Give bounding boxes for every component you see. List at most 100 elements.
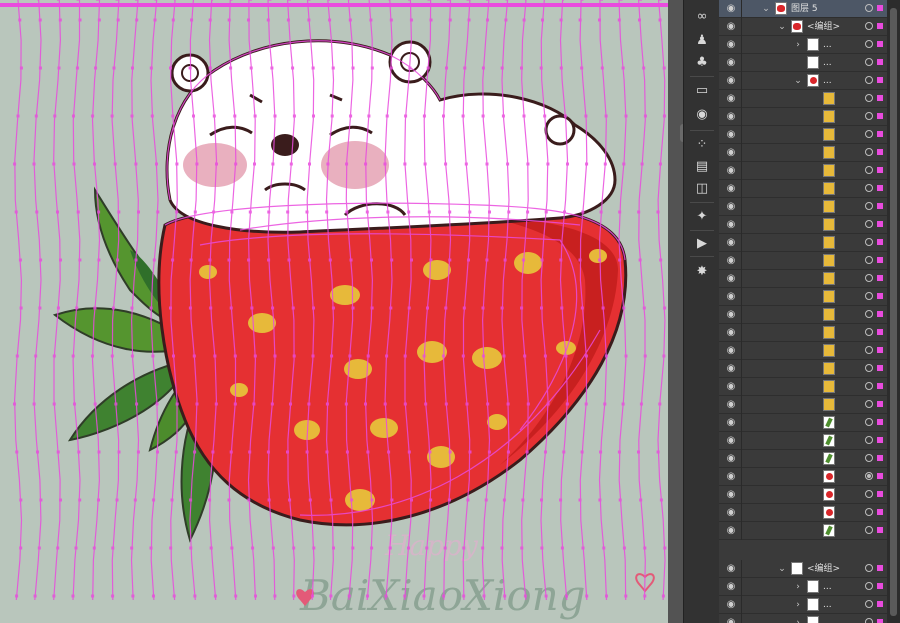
target-circle-icon[interactable] <box>865 382 873 390</box>
layer-row[interactable]: ◉ ⌄... <box>719 72 887 90</box>
layer-row[interactable]: ◉ <box>719 234 887 252</box>
lock-column[interactable] <box>741 108 742 126</box>
lock-column[interactable] <box>741 522 742 540</box>
lock-column[interactable] <box>741 18 742 36</box>
lock-column[interactable] <box>741 0 742 18</box>
visibility-eye-icon[interactable]: ◉ <box>724 435 738 446</box>
selection-indicator[interactable] <box>877 329 883 335</box>
target-circle-icon[interactable] <box>865 94 873 102</box>
selection-indicator[interactable] <box>877 149 883 155</box>
target-circle-icon[interactable] <box>865 256 873 264</box>
grid-icon[interactable]: ⁘ <box>690 134 714 156</box>
target-circle-icon[interactable] <box>865 328 873 336</box>
selection-indicator[interactable] <box>877 437 883 443</box>
selection-indicator[interactable] <box>877 275 883 281</box>
lock-column[interactable] <box>741 162 742 180</box>
selection-indicator[interactable] <box>877 565 883 571</box>
sun-icon[interactable]: ◉ <box>690 104 714 126</box>
layer-row[interactable]: ◉ <box>719 342 887 360</box>
lock-column[interactable] <box>741 614 742 623</box>
visibility-eye-icon[interactable]: ◉ <box>724 599 738 610</box>
target-circle-icon[interactable] <box>865 130 873 138</box>
layer-row[interactable]: ◉ <box>719 252 887 270</box>
chevron-down-icon[interactable]: ⌄ <box>777 561 787 577</box>
selection-indicator[interactable] <box>877 5 883 11</box>
selection-indicator[interactable] <box>877 131 883 137</box>
target-circle-icon[interactable] <box>865 112 873 120</box>
layer-row[interactable]: ◉ <box>719 324 887 342</box>
target-circle-icon[interactable] <box>865 310 873 318</box>
target-circle-icon[interactable] <box>865 400 873 408</box>
layer-row[interactable]: ◉ <box>719 360 887 378</box>
selection-indicator[interactable] <box>877 77 883 83</box>
visibility-eye-icon[interactable]: ◉ <box>724 183 738 194</box>
group-row[interactable]: ◉ ⌄ <编组> <box>719 560 887 578</box>
layer-row[interactable]: ◉ <box>719 522 887 540</box>
lock-column[interactable] <box>741 578 742 596</box>
layer-row[interactable]: ◉ <box>719 198 887 216</box>
layer-row[interactable]: ◉ <box>719 162 887 180</box>
chevron-down-icon[interactable]: ⌄ <box>777 19 787 35</box>
selection-indicator[interactable] <box>877 95 883 101</box>
layer-row[interactable]: ◉ <box>719 378 887 396</box>
selection-indicator[interactable] <box>877 583 883 589</box>
group-row[interactable]: ◉ ⌄ <编组> <box>719 18 887 36</box>
layer-row[interactable]: ◉ <box>719 216 887 234</box>
lock-column[interactable] <box>741 198 742 216</box>
visibility-eye-icon[interactable]: ◉ <box>724 3 738 14</box>
target-circle-icon[interactable] <box>865 364 873 372</box>
target-circle-icon[interactable] <box>865 274 873 282</box>
chevron-right-icon[interactable]: › <box>793 37 803 53</box>
layers-scrollbar[interactable] <box>887 0 900 623</box>
target-circle-icon[interactable] <box>865 58 873 66</box>
selection-indicator[interactable] <box>877 41 883 47</box>
selection-indicator[interactable] <box>877 491 883 497</box>
layer-row-top[interactable]: ◉ ⌄ 图层 5 <box>719 0 887 18</box>
visibility-eye-icon[interactable]: ◉ <box>724 327 738 338</box>
visibility-eye-icon[interactable]: ◉ <box>724 309 738 320</box>
target-circle-icon[interactable] <box>865 76 873 84</box>
visibility-eye-icon[interactable]: ◉ <box>724 273 738 284</box>
selection-indicator[interactable] <box>877 401 883 407</box>
layer-row[interactable]: ◉ ›... <box>719 596 887 614</box>
lock-column[interactable] <box>741 306 742 324</box>
lock-column[interactable] <box>741 560 742 578</box>
layer-row[interactable]: ◉ <box>719 180 887 198</box>
artboard[interactable]: Happy BaiXiaoXiong <box>0 0 668 623</box>
visibility-eye-icon[interactable]: ◉ <box>724 93 738 104</box>
visibility-eye-icon[interactable]: ◉ <box>724 237 738 248</box>
target-circle-icon[interactable] <box>865 184 873 192</box>
target-circle-icon[interactable] <box>865 418 873 426</box>
visibility-eye-icon[interactable]: ◉ <box>724 129 738 140</box>
visibility-eye-icon[interactable]: ◉ <box>724 345 738 356</box>
target-circle-icon[interactable] <box>865 292 873 300</box>
visibility-eye-icon[interactable]: ◉ <box>724 111 738 122</box>
lock-column[interactable] <box>741 378 742 396</box>
lock-column[interactable] <box>741 234 742 252</box>
selection-indicator[interactable] <box>877 113 883 119</box>
visibility-eye-icon[interactable]: ◉ <box>724 219 738 230</box>
target-circle-icon[interactable] <box>865 526 873 534</box>
selection-indicator[interactable] <box>877 365 883 371</box>
visibility-eye-icon[interactable]: ◉ <box>724 165 738 176</box>
canvas-area[interactable]: Happy BaiXiaoXiong <box>0 0 683 623</box>
visibility-eye-icon[interactable]: ◉ <box>724 381 738 392</box>
lock-column[interactable] <box>741 72 742 90</box>
visibility-eye-icon[interactable]: ◉ <box>724 57 738 68</box>
play-icon[interactable]: ▶ <box>690 233 714 255</box>
selection-indicator[interactable] <box>877 455 883 461</box>
target-circle-icon[interactable] <box>865 472 873 480</box>
target-circle-icon[interactable] <box>865 618 873 623</box>
visibility-eye-icon[interactable]: ◉ <box>724 39 738 50</box>
lock-column[interactable] <box>741 180 742 198</box>
chevron-right-icon[interactable]: › <box>793 597 803 613</box>
visibility-eye-icon[interactable]: ◉ <box>724 201 738 212</box>
target-circle-icon[interactable] <box>865 40 873 48</box>
visibility-eye-icon[interactable]: ◉ <box>724 255 738 266</box>
layer-row[interactable]: ◉ <box>719 270 887 288</box>
target-circle-icon[interactable] <box>865 238 873 246</box>
selection-indicator[interactable] <box>877 203 883 209</box>
target-circle-icon[interactable] <box>865 564 873 572</box>
lock-column[interactable] <box>741 252 742 270</box>
lock-column[interactable] <box>741 342 742 360</box>
